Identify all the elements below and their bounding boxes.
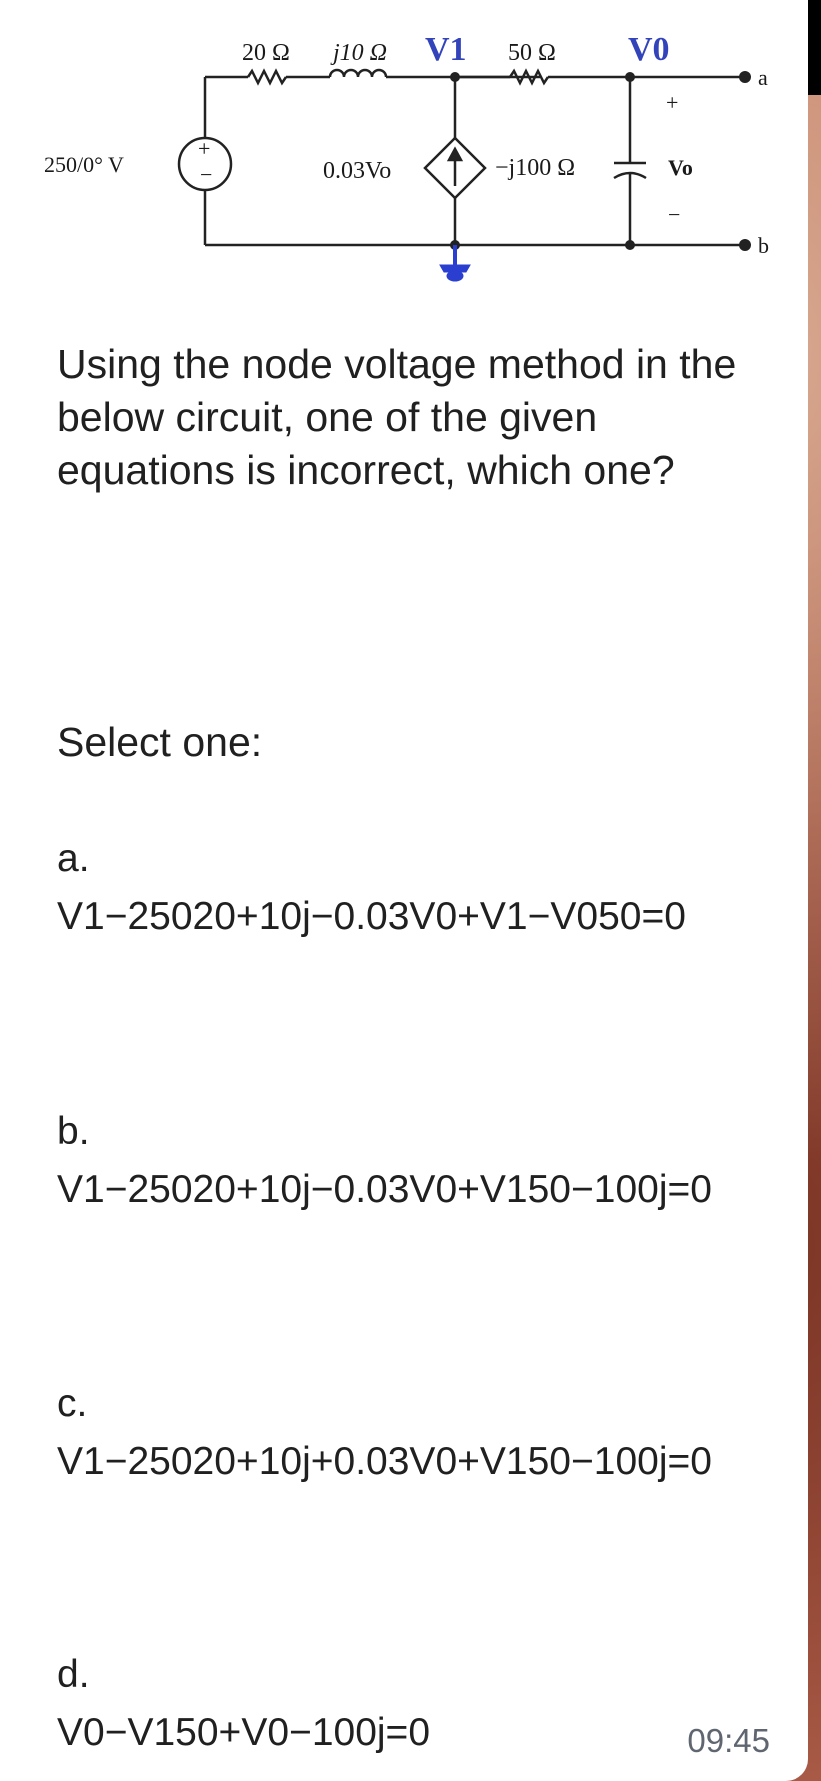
r1-label: 20 Ω bbox=[242, 40, 290, 66]
node-v0-label: V0 bbox=[628, 31, 670, 68]
option-equation: V1−25020+10j−0.03V0+V150−100j=0 bbox=[57, 1168, 712, 1211]
vo-plus: + bbox=[666, 90, 678, 115]
dependent-source-label: 0.03Vo bbox=[323, 158, 391, 184]
option-letter: b. bbox=[57, 1110, 90, 1153]
option-letter: c. bbox=[57, 1382, 88, 1425]
terminal-a-label: a bbox=[758, 65, 768, 90]
option-equation: V1−25020+10j+0.03V0+V150−100j=0 bbox=[57, 1440, 712, 1483]
select-one-label: Select one: bbox=[57, 719, 263, 765]
source-label: 250/0° V bbox=[44, 152, 124, 177]
option-a[interactable]: a. V1−25020+10j−0.03V0+V1−V050=0 bbox=[57, 830, 797, 946]
option-d[interactable]: d. V0−V150+V0−100j=0 bbox=[57, 1646, 797, 1762]
option-b[interactable]: b. V1−25020+10j−0.03V0+V150−100j=0 bbox=[57, 1103, 797, 1219]
source-plus: + bbox=[198, 136, 210, 161]
source-minus: − bbox=[200, 162, 212, 187]
question-text: Using the node voltage method in the bel… bbox=[57, 341, 737, 493]
option-letter: a. bbox=[57, 837, 90, 880]
option-equation: V1−25020+10j−0.03V0+V1−V050=0 bbox=[57, 895, 686, 938]
option-c[interactable]: c. V1−25020+10j+0.03V0+V150−100j=0 bbox=[57, 1375, 797, 1491]
message-card: + − 250/0° V 20 Ω j10 Ω V1 50 Ω V0 0.03V… bbox=[0, 0, 808, 1781]
inductor-label: j10 Ω bbox=[330, 40, 387, 66]
message-timestamp: 09:45 bbox=[687, 1722, 770, 1759]
option-letter: d. bbox=[57, 1653, 90, 1696]
ground-icon bbox=[439, 245, 471, 282]
circuit-diagram: + − 250/0° V 20 Ω j10 Ω V1 50 Ω V0 0.03V… bbox=[44, 31, 769, 282]
vo-minus: − bbox=[668, 202, 680, 227]
capacitor-label: −j100 Ω bbox=[495, 155, 575, 181]
option-equation: V0−V150+V0−100j=0 bbox=[57, 1711, 431, 1754]
r2-label: 50 Ω bbox=[508, 40, 556, 66]
vo-label: Vo bbox=[668, 155, 693, 180]
terminal-b-label: b bbox=[758, 233, 769, 258]
node-v1-label: V1 bbox=[425, 31, 467, 68]
